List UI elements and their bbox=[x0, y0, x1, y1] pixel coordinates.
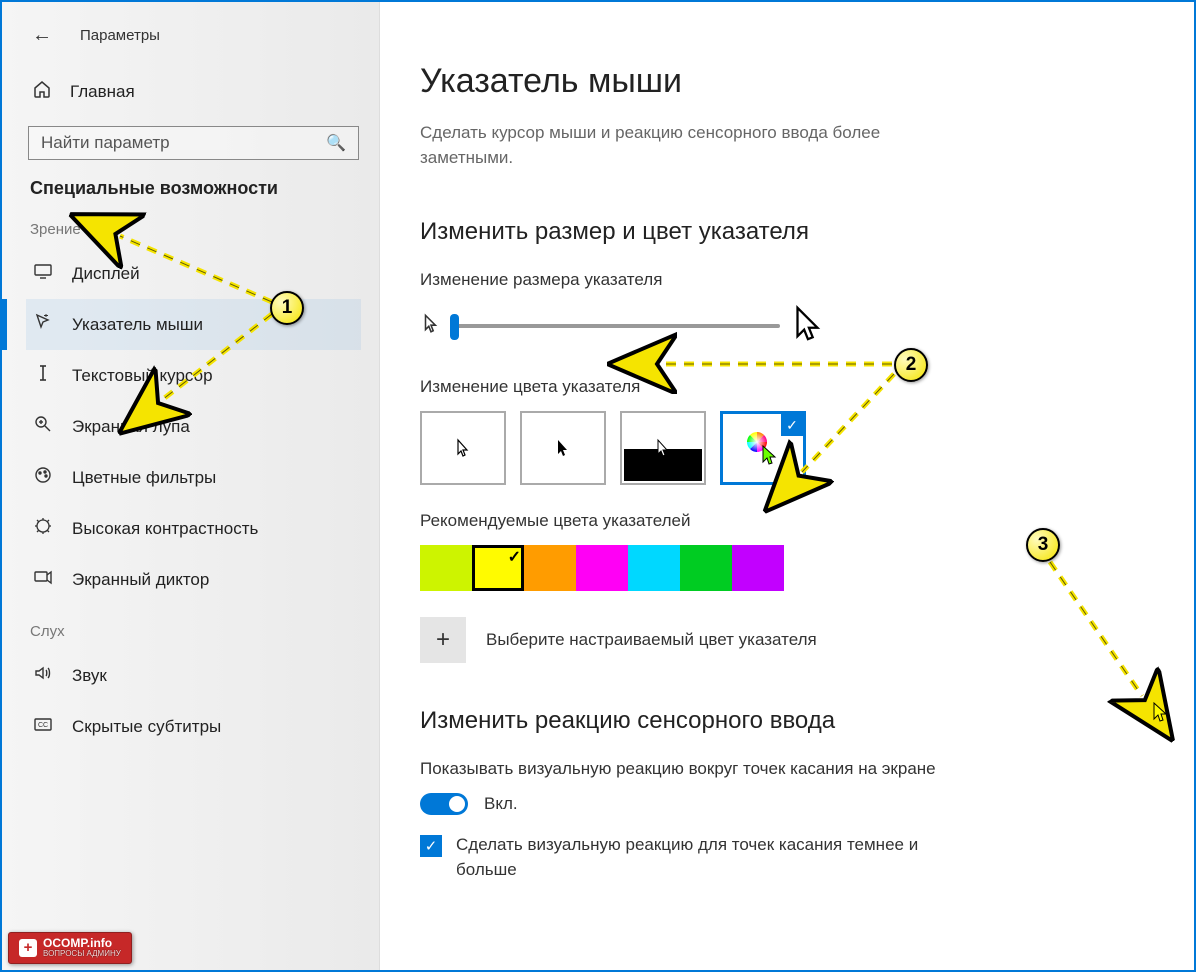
sidebar-item-high-contrast[interactable]: Высокая контрастность bbox=[26, 503, 361, 554]
home-icon bbox=[32, 79, 52, 104]
pointer-size-slider[interactable] bbox=[450, 324, 780, 328]
home-button[interactable]: Главная bbox=[26, 61, 361, 120]
large-cursor-icon bbox=[788, 304, 826, 347]
touch-darker-label: Сделать визуальную реакцию для точек кас… bbox=[456, 833, 980, 882]
sidebar-item-label: Указатель мыши bbox=[72, 315, 203, 335]
captions-icon: CC bbox=[32, 714, 54, 739]
swatch-cyan[interactable] bbox=[628, 545, 680, 591]
custom-color-button[interactable]: + bbox=[420, 617, 466, 663]
size-label: Изменение размера указателя bbox=[420, 270, 1146, 290]
touch-desc: Показывать визуальную реакцию вокруг точ… bbox=[420, 759, 960, 779]
swatch-orange[interactable] bbox=[524, 545, 576, 591]
main-content: Указатель мыши Сделать курсор мыши и реа… bbox=[380, 2, 1194, 970]
sidebar-item-label: Экранная лупа bbox=[72, 417, 190, 437]
watermark-text: OCOMP.info bbox=[43, 936, 112, 950]
yellow-cursor-icon bbox=[1152, 702, 1170, 729]
touch-feedback-toggle[interactable] bbox=[420, 793, 468, 815]
sidebar-item-sound[interactable]: Звук bbox=[26, 650, 361, 701]
sidebar-item-text-cursor[interactable]: Текстовый курсор bbox=[26, 350, 361, 401]
pointer-color-inverted[interactable] bbox=[620, 411, 706, 485]
swatch-purple[interactable] bbox=[732, 545, 784, 591]
sound-icon bbox=[32, 663, 54, 688]
touch-darker-checkbox[interactable]: ✓ bbox=[420, 835, 442, 857]
group-vision-label: Зрение bbox=[30, 221, 361, 238]
sidebar-item-label: Текстовый курсор bbox=[72, 366, 213, 386]
color-label: Изменение цвета указателя bbox=[420, 377, 1146, 397]
sidebar-item-label: Экранный диктор bbox=[72, 570, 209, 590]
sidebar-item-mouse-pointer[interactable]: Указатель мыши bbox=[26, 299, 361, 350]
annotation-badge-1: 1 bbox=[270, 291, 304, 325]
page-subtitle: Сделать курсор мыши и реакцию сенсорного… bbox=[420, 121, 940, 170]
pointer-color-black[interactable] bbox=[520, 411, 606, 485]
sidebar-item-magnifier[interactable]: Экранная лупа bbox=[26, 401, 361, 452]
toggle-state-label: Вкл. bbox=[484, 794, 518, 814]
pointer-icon bbox=[32, 312, 54, 337]
svg-text:CC: CC bbox=[38, 722, 48, 729]
search-icon: 🔍 bbox=[326, 133, 346, 153]
annotation-badge-2: 2 bbox=[894, 348, 928, 382]
text-cursor-icon bbox=[32, 363, 54, 388]
watermark: + OCOMP.info ВОПРОСЫ АДМИНУ bbox=[8, 932, 132, 964]
sidebar-item-captions[interactable]: CC Скрытые субтитры bbox=[26, 701, 361, 752]
back-button[interactable]: ← bbox=[32, 24, 52, 47]
sidebar: ← Параметры Главная 🔍 Специальные возмож… bbox=[2, 2, 380, 970]
palette-icon bbox=[32, 465, 54, 490]
sidebar-item-label: Цветные фильтры bbox=[72, 468, 216, 488]
swatch-magenta[interactable] bbox=[576, 545, 628, 591]
small-cursor-icon bbox=[420, 312, 442, 339]
sidebar-item-color-filters[interactable]: Цветные фильтры bbox=[26, 452, 361, 503]
pointer-color-white[interactable] bbox=[420, 411, 506, 485]
section-title: Специальные возможности bbox=[30, 178, 361, 199]
pointer-color-custom[interactable]: ✓ bbox=[720, 411, 806, 485]
swatch-yellow[interactable]: ✓ bbox=[472, 545, 524, 591]
check-icon: ✓ bbox=[781, 414, 803, 436]
group-hearing-label: Слух bbox=[30, 623, 361, 640]
search-field[interactable] bbox=[41, 133, 326, 153]
annotation-badge-3: 3 bbox=[1026, 528, 1060, 562]
slider-thumb[interactable] bbox=[450, 314, 459, 340]
sidebar-item-label: Скрытые субтитры bbox=[72, 717, 221, 737]
watermark-subtext: ВОПРОСЫ АДМИНУ bbox=[43, 950, 121, 959]
sidebar-item-display[interactable]: Дисплей bbox=[26, 248, 361, 299]
contrast-icon bbox=[32, 516, 54, 541]
narrator-icon bbox=[32, 567, 54, 592]
custom-color-label: Выберите настраиваемый цвет указателя bbox=[486, 630, 817, 650]
search-input[interactable]: 🔍 bbox=[28, 126, 359, 160]
display-icon bbox=[32, 261, 54, 286]
sidebar-item-label: Высокая контрастность bbox=[72, 519, 258, 539]
section-size-color-heading: Изменить размер и цвет указателя bbox=[420, 218, 1146, 246]
page-title: Указатель мыши bbox=[420, 62, 1146, 101]
swatch-lime[interactable] bbox=[420, 545, 472, 591]
sidebar-item-label: Звук bbox=[72, 666, 107, 686]
section-touch-heading: Изменить реакцию сенсорного ввода bbox=[420, 707, 1146, 735]
sidebar-item-narrator[interactable]: Экранный диктор bbox=[26, 554, 361, 605]
check-icon: ✓ bbox=[508, 547, 521, 567]
magnifier-icon bbox=[32, 414, 54, 439]
app-title: Параметры bbox=[80, 27, 160, 44]
watermark-plus-icon: + bbox=[19, 939, 37, 957]
sidebar-item-label: Дисплей bbox=[72, 264, 140, 284]
home-label: Главная bbox=[70, 82, 135, 102]
pointer-color-options: ✓ bbox=[420, 411, 1146, 485]
swatch-green[interactable] bbox=[680, 545, 732, 591]
